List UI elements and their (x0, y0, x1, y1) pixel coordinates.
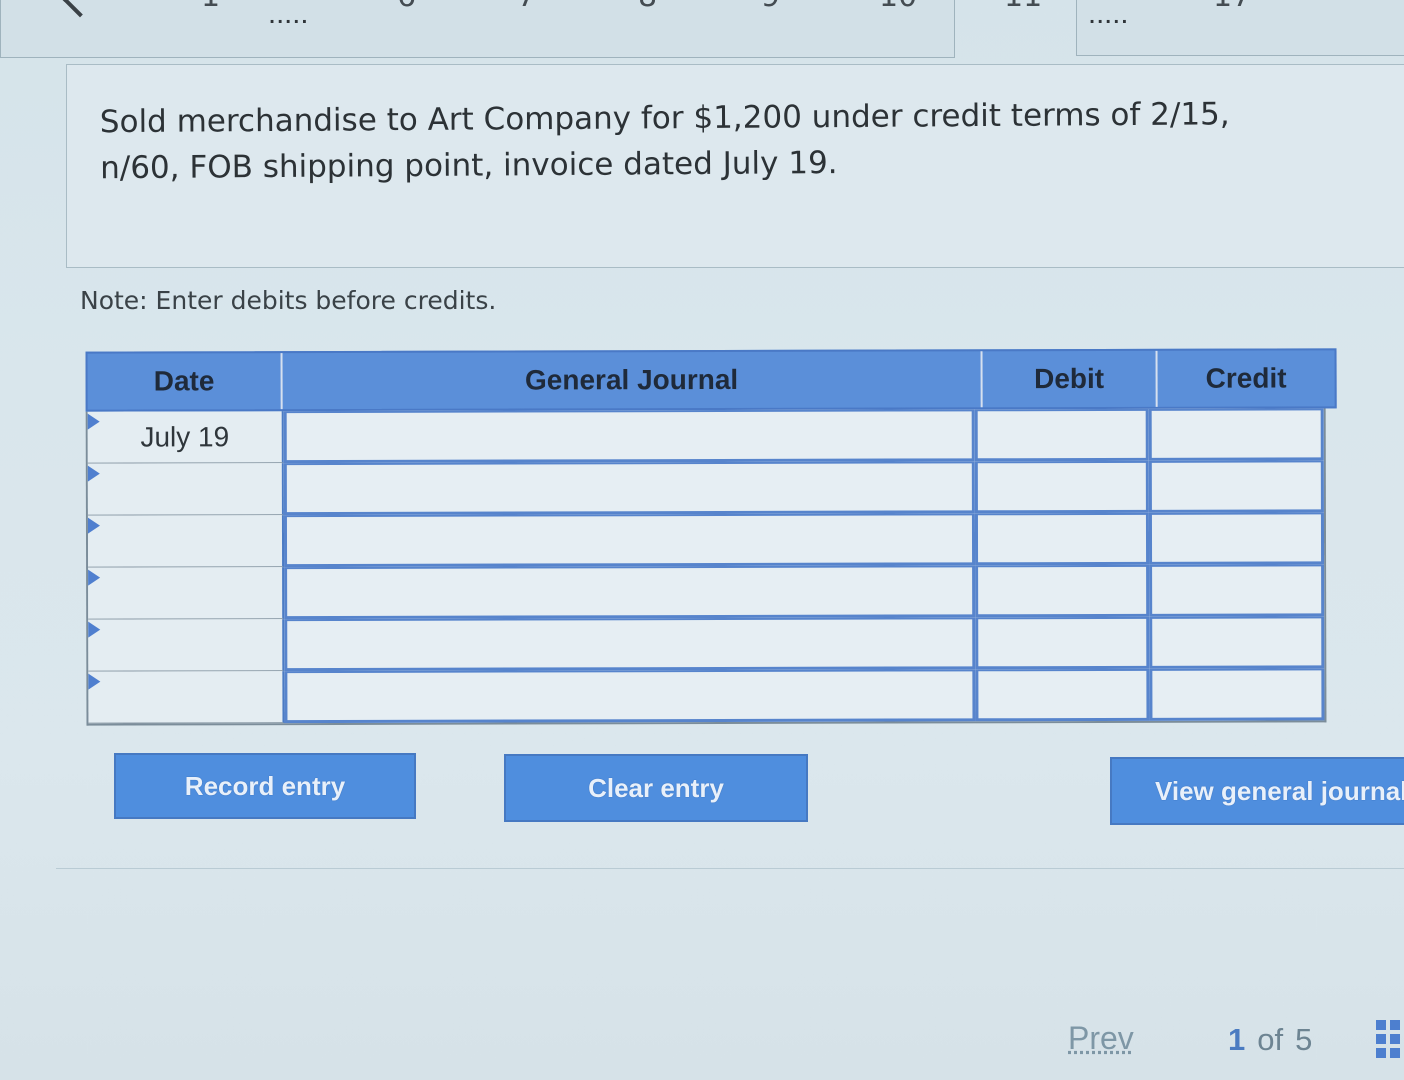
date-cell: July 19 (88, 411, 284, 464)
grid-icon[interactable] (1376, 1020, 1404, 1060)
step-dots-right: ..... (1089, 8, 1129, 27)
question-text: Sold merchandise to Art Company for $1,2… (100, 91, 1301, 191)
account-select[interactable] (284, 513, 975, 567)
credit-input[interactable] (1149, 564, 1324, 616)
page-counter: 1 of 5 (1228, 1022, 1312, 1058)
instruction-note: Note: Enter debits before credits. (80, 286, 496, 315)
table-row (88, 616, 1324, 671)
question-panel: Sold merchandise to Art Company for $1,2… (66, 64, 1404, 268)
step-11[interactable]: 11 (1004, 0, 1042, 12)
table-row (88, 564, 1324, 619)
debit-input[interactable] (975, 565, 1149, 617)
credit-input[interactable] (1149, 460, 1324, 512)
table-row: July 19 (88, 408, 1324, 463)
account-select[interactable] (284, 669, 975, 723)
debit-input[interactable] (975, 669, 1149, 721)
table-row (88, 512, 1324, 567)
credit-input[interactable] (1149, 616, 1324, 668)
step-7[interactable]: 7 (517, 0, 536, 12)
table-row (88, 668, 1324, 723)
step-1[interactable]: 1 (201, 0, 220, 12)
step-8[interactable]: 8 (638, 0, 657, 12)
debit-input[interactable] (975, 513, 1149, 565)
debit-input[interactable] (975, 409, 1149, 461)
prev-button[interactable]: Prev (1068, 1020, 1134, 1057)
clear-entry-button[interactable]: Clear entry (504, 754, 808, 822)
section-divider (56, 868, 1404, 869)
account-select[interactable] (284, 409, 975, 463)
journal-body: July 19 (86, 408, 1327, 725)
credit-input[interactable] (1149, 512, 1324, 564)
step-navigation-right: ..... 17 (1076, 0, 1404, 56)
date-cell (88, 671, 284, 724)
date-cell (88, 515, 284, 568)
header-date: Date (88, 353, 283, 410)
chevron-left-icon[interactable] (62, 0, 99, 17)
journal-header-row: Date General Journal Debit Credit (86, 348, 1337, 411)
header-debit: Debit (983, 351, 1158, 407)
total-pages: 5 (1295, 1022, 1312, 1057)
credit-input[interactable] (1149, 408, 1324, 460)
header-general-journal: General Journal (283, 351, 983, 409)
date-cell (88, 619, 284, 672)
record-entry-button[interactable]: Record entry (114, 753, 416, 819)
step-9[interactable]: 9 (761, 0, 780, 12)
account-select[interactable] (284, 461, 975, 515)
step-6[interactable]: 6 (397, 0, 416, 12)
step-navigation: 1 ..... 6 7 8 9 10 (0, 0, 955, 58)
header-credit: Credit (1158, 350, 1335, 406)
step-dots: ..... (269, 8, 309, 27)
view-general-journal-button[interactable]: View general journal (1110, 757, 1404, 825)
credit-input[interactable] (1149, 668, 1324, 720)
date-cell (88, 567, 284, 620)
account-select[interactable] (284, 617, 975, 671)
journal-entry-table: Date General Journal Debit Credit July 1… (86, 348, 1338, 725)
table-row (88, 460, 1324, 515)
current-page: 1 (1228, 1022, 1245, 1057)
step-10[interactable]: 10 (879, 0, 917, 12)
account-select[interactable] (284, 565, 975, 619)
date-cell (88, 463, 284, 516)
debit-input[interactable] (975, 617, 1149, 669)
page-of-label: of (1257, 1022, 1283, 1057)
debit-input[interactable] (975, 461, 1149, 513)
step-17[interactable]: 17 (1213, 0, 1251, 12)
